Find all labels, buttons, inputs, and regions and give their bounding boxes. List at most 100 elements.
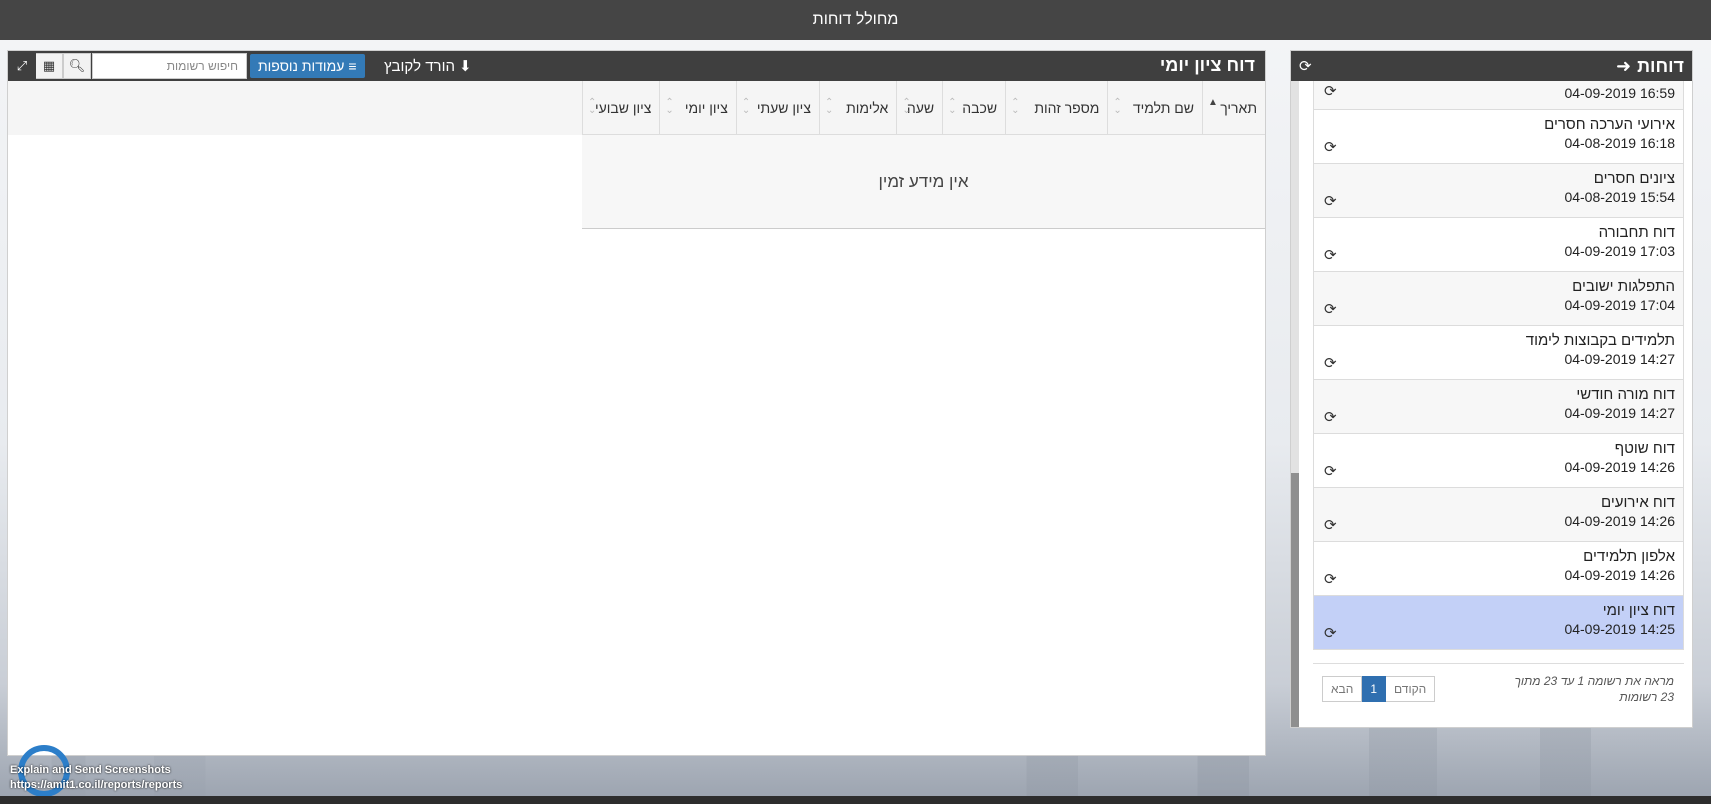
report-list-item[interactable]: אלפון תלמידים 14:26 04-09-2019 ⟳ bbox=[1313, 541, 1684, 596]
report-name: דוח תחבורה bbox=[1598, 224, 1675, 241]
column-header[interactable]: מספר זהות ⌃ ⌄ bbox=[1005, 81, 1107, 135]
reports-panel-footer: מראה את רשומה 1 עד 23 מתוך 23 רשומות הקו… bbox=[1313, 663, 1684, 713]
pager-page-button[interactable]: 1 bbox=[1361, 675, 1387, 702]
report-name: תלמידים בקבוצות לימוד bbox=[1525, 332, 1675, 349]
download-label: הורד לקובץ bbox=[384, 57, 455, 75]
download-button[interactable]: ⬇ הורד לקובץ bbox=[384, 57, 472, 76]
app-title-bar: מחולל דוחות bbox=[0, 0, 1711, 40]
report-name: אירועי הערכה חסרים bbox=[1544, 116, 1675, 133]
sort-icon[interactable]: ⌃ ⌄ bbox=[742, 98, 750, 116]
sort-icon[interactable]: ⌃ ⌄ bbox=[1113, 98, 1121, 116]
app-title: מחולל דוחות bbox=[812, 11, 899, 28]
sort-icon[interactable]: ⌃ ⌄ bbox=[948, 98, 956, 116]
report-list-item[interactable]: התפלגות ישובים 17:04 04-09-2019 ⟳ bbox=[1313, 271, 1684, 326]
report-panel: דוח ציון יומי ⬇ הורד לקובץ ≡ עמודות נוספ… bbox=[7, 50, 1266, 756]
report-list-item[interactable]: דוח תחבורה 17:03 04-09-2019 ⟳ bbox=[1313, 217, 1684, 272]
fullscreen-button[interactable]: ⤢ bbox=[8, 53, 36, 79]
report-date: 16:18 04-08-2019 bbox=[1564, 135, 1675, 151]
download-icon: ⬇ bbox=[458, 58, 472, 75]
pager-next-button[interactable]: הבא bbox=[1322, 675, 1363, 702]
column-header[interactable]: אלימות ⌃ ⌄ bbox=[818, 81, 896, 135]
search-button[interactable]: 🔍︎ bbox=[63, 53, 91, 79]
sort-icon[interactable]: ⌃ ⌄ bbox=[825, 98, 833, 116]
report-date: 15:54 04-08-2019 bbox=[1564, 189, 1675, 205]
capture-widget-url: https://amit1.co.il/reports/reports bbox=[10, 779, 183, 791]
refresh-report-icon[interactable]: ⟳ bbox=[1324, 300, 1337, 318]
column-header[interactable]: ציון שבועי ⌃ ⌄ bbox=[582, 81, 659, 135]
expand-icon: ⤢ bbox=[16, 58, 28, 73]
refresh-report-icon[interactable]: ⟳ bbox=[1324, 354, 1337, 372]
pager-prev-button[interactable]: הקודם bbox=[1385, 675, 1436, 702]
column-header[interactable]: ציון יומי ⌃ ⌄ bbox=[659, 81, 735, 135]
report-name: דוח ציון יומי bbox=[1602, 602, 1675, 619]
scrollbar-thumb[interactable] bbox=[1291, 473, 1299, 727]
table-header-row: תאריך ▲ שם תלמיד ⌃ ⌄ מספר זהות ⌃ ⌄ שכבה ⌃ ⌄ שעה ⌃ ⌄ אל… bbox=[582, 81, 1265, 135]
reports-panel-title[interactable]: דוחות ➜ bbox=[1616, 56, 1684, 77]
report-list-item[interactable]: דוח אירועים 14:26 04-09-2019 ⟳ bbox=[1313, 487, 1684, 542]
column-header-label: ציון יומי bbox=[684, 100, 728, 116]
report-date: 14:27 04-09-2019 bbox=[1564, 351, 1675, 367]
refresh-report-icon[interactable]: ⟳ bbox=[1324, 624, 1337, 642]
bottom-strip bbox=[0, 796, 1711, 804]
empty-table-message: אין מידע זמין bbox=[582, 135, 1265, 229]
report-title: דוח ציון יומי bbox=[1159, 55, 1255, 75]
screenshot-capture-widget[interactable]: Explain and Send Screenshots https://ami… bbox=[10, 740, 200, 798]
report-date: 14:26 04-09-2019 bbox=[1564, 513, 1675, 529]
reports-panel-title-text: דוחות bbox=[1637, 55, 1684, 76]
report-date: 17:04 04-09-2019 bbox=[1564, 297, 1675, 313]
sort-icon[interactable]: ▲ bbox=[1208, 98, 1218, 108]
refresh-report-icon[interactable]: ⟳ bbox=[1324, 246, 1337, 264]
refresh-icon[interactable]: ⟳ bbox=[1299, 57, 1312, 75]
report-date: 17:03 04-09-2019 bbox=[1564, 243, 1675, 259]
report-panel-header: דוח ציון יומי ⬇ הורד לקובץ ≡ עמודות נוספ… bbox=[8, 51, 1265, 81]
column-header-label: אלימות bbox=[846, 100, 889, 116]
arrow-right-icon: ➜ bbox=[1616, 55, 1632, 76]
reports-panel-header: דוחות ➜ ⟳ bbox=[1291, 51, 1692, 81]
more-columns-button[interactable]: ≡ עמודות נוספות bbox=[250, 54, 365, 78]
column-header[interactable]: שכבה ⌃ ⌄ bbox=[942, 81, 1005, 135]
paging-info: מראה את רשומה 1 עד 23 מתוך 23 רשומות bbox=[1514, 673, 1674, 704]
column-header-label: ציון שעתי bbox=[756, 100, 811, 116]
refresh-report-icon[interactable]: ⟳ bbox=[1324, 192, 1337, 210]
report-list-item[interactable]: דוח ציון יומי 14:25 04-09-2019 ⟳ bbox=[1313, 595, 1684, 650]
more-columns-label: עמודות נוספות bbox=[258, 58, 345, 74]
search-input[interactable] bbox=[92, 53, 247, 79]
menu-icon: ≡ bbox=[348, 58, 357, 74]
refresh-report-icon[interactable]: ⟳ bbox=[1324, 82, 1337, 100]
refresh-report-icon[interactable]: ⟳ bbox=[1324, 516, 1337, 534]
column-header-label: שם תלמיד bbox=[1132, 100, 1194, 116]
column-header[interactable]: שם תלמיד ⌃ ⌄ bbox=[1107, 81, 1202, 135]
pager: הקודם 1 הבא bbox=[1322, 675, 1436, 702]
search-icon: 🔍︎ bbox=[68, 58, 86, 73]
refresh-report-icon[interactable]: ⟳ bbox=[1324, 138, 1337, 156]
refresh-report-icon[interactable]: ⟳ bbox=[1324, 408, 1337, 426]
report-table: תאריך ▲ שם תלמיד ⌃ ⌄ מספר זהות ⌃ ⌄ שכבה ⌃ ⌄ שעה ⌃ ⌄ אל… bbox=[582, 81, 1265, 229]
column-header-label: תאריך bbox=[1220, 100, 1257, 116]
column-header[interactable]: ציון שעתי ⌃ ⌄ bbox=[735, 81, 819, 135]
sort-icon[interactable]: ⌃ ⌄ bbox=[588, 98, 596, 116]
table-view-button[interactable]: ▦ bbox=[35, 53, 63, 79]
report-date: 16:59 04-09-2019 bbox=[1564, 85, 1675, 101]
report-date: 14:26 04-09-2019 bbox=[1564, 567, 1675, 583]
report-list-item[interactable]: דוח מורה חודשי 14:27 04-09-2019 ⟳ bbox=[1313, 379, 1684, 434]
column-header[interactable]: תאריך ▲ bbox=[1202, 81, 1265, 135]
column-header-label: שעה bbox=[906, 100, 935, 116]
column-header[interactable]: שעה ⌃ ⌄ bbox=[896, 81, 942, 135]
report-list-item[interactable]: דוח שוטף 14:26 04-09-2019 ⟳ bbox=[1313, 433, 1684, 488]
report-date: 14:27 04-09-2019 bbox=[1564, 405, 1675, 421]
sort-icon[interactable]: ⌃ ⌄ bbox=[902, 98, 910, 116]
report-list-item[interactable]: תלמידים בקבוצות לימוד 14:27 04-09-2019 ⟳ bbox=[1313, 325, 1684, 380]
sort-icon[interactable]: ⌃ ⌄ bbox=[665, 98, 673, 116]
report-list-item[interactable]: ציונים חסרים 15:54 04-08-2019 ⟳ bbox=[1313, 163, 1684, 218]
refresh-report-icon[interactable]: ⟳ bbox=[1324, 570, 1337, 588]
report-name: דוח מורה חודשי bbox=[1576, 386, 1675, 403]
column-header-label: שכבה bbox=[962, 100, 998, 116]
reports-list: 16:59 04-09-2019 ⟳ אירועי הערכה חסרים 16:18… bbox=[1313, 81, 1684, 711]
report-list-item[interactable]: 16:59 04-09-2019 ⟳ bbox=[1313, 81, 1684, 110]
refresh-report-icon[interactable]: ⟳ bbox=[1324, 462, 1337, 480]
reports-list-scrollbar[interactable] bbox=[1291, 81, 1299, 727]
report-name: התפלגות ישובים bbox=[1572, 278, 1675, 295]
sort-icon[interactable]: ⌃ ⌄ bbox=[1011, 98, 1019, 116]
column-header-label: מספר זהות bbox=[1034, 100, 1100, 116]
report-list-item[interactable]: אירועי הערכה חסרים 16:18 04-08-2019 ⟳ bbox=[1313, 109, 1684, 164]
